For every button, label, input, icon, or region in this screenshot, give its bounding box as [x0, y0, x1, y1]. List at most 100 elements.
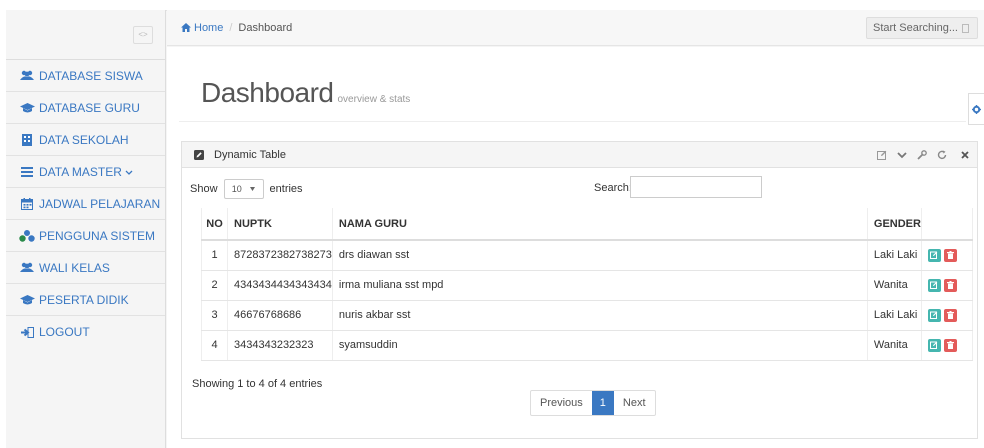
portlet-caption: Dynamic Table	[214, 148, 286, 161]
cell-actions	[921, 240, 974, 271]
sidebar-item-peserta-didik[interactable]: PESERTA DIDIK	[6, 284, 165, 316]
cell-nama-guru: syamsuddin	[332, 330, 868, 361]
table-info: Showing 1 to 4 of 4 entries	[192, 378, 323, 390]
sidebar-item-wali-kelas[interactable]: WALI KELAS	[6, 252, 165, 284]
dynamic-table-portlet: Dynamic Table Show 10 entries Search: NO…	[181, 141, 978, 439]
table-search-input[interactable]	[630, 176, 762, 198]
search-icon	[962, 24, 969, 33]
breadcrumb: Home / Dashboard	[181, 22, 292, 34]
cell-nuptk: 46676768686	[227, 300, 333, 331]
page-length-value: 10	[231, 184, 242, 194]
cell-actions	[921, 300, 974, 331]
sidebar-item-database-siswa[interactable]: DATABASE SISWA	[6, 60, 165, 92]
cell-nuptk: 8728372382738273	[227, 240, 333, 271]
cell-nama-guru: drs diawan sst	[332, 240, 868, 271]
pagination-page-1[interactable]: 1	[591, 391, 614, 415]
page-length-select[interactable]: 10	[223, 179, 264, 199]
trash-icon	[946, 251, 954, 260]
wrench-icon[interactable]	[917, 150, 927, 160]
search-input[interactable]: Start Searching...	[866, 17, 978, 39]
portlet-header: Dynamic Table	[182, 142, 977, 168]
sidebar-item-jadwal-pelajaran[interactable]: JADWAL PELAJARAN	[6, 188, 165, 220]
entries-label: entries	[269, 183, 303, 195]
cell-actions	[921, 270, 974, 301]
delete-button[interactable]	[943, 248, 957, 262]
delete-button[interactable]	[943, 338, 957, 352]
building-icon	[19, 133, 35, 146]
users-icon	[19, 70, 35, 81]
column-header-nuptk[interactable]: NUPTK	[227, 208, 333, 241]
sidebar-item-label: PESERTA DIDIK	[39, 292, 129, 307]
reload-icon[interactable]	[937, 150, 947, 160]
close-icon[interactable]	[961, 151, 969, 159]
home-icon	[181, 23, 191, 32]
sidebar-item-label: PENGGUNA SISTEM	[39, 228, 156, 243]
sidebar-item-label: DATABASE SISWA	[39, 68, 143, 83]
sidebar-item-data-master[interactable]: DATA MASTER	[6, 156, 165, 188]
graduation-cap-icon	[19, 294, 35, 305]
cell-no: 2	[201, 270, 228, 301]
edit-button[interactable]	[927, 278, 941, 292]
users-icon	[19, 262, 35, 273]
table-row: 3 46676768686 nuris akbar sst Laki Laki	[201, 300, 974, 331]
breadcrumb-separator: /	[229, 21, 233, 34]
sign-out-icon	[19, 326, 35, 338]
sidebar-item-data-sekolah[interactable]: DATA SEKOLAH	[6, 124, 165, 156]
edit-button[interactable]	[927, 338, 941, 352]
table-row: 1 8728372382738273 drs diawan sst Laki L…	[201, 240, 974, 271]
cell-nuptk: 4343434434343434	[227, 270, 333, 301]
cell-nuptk: 3434343232323	[227, 330, 333, 361]
calendar-icon	[19, 197, 35, 210]
breadcrumb-current: Dashboard	[238, 21, 293, 34]
cell-nama-guru: nuris akbar sst	[332, 300, 868, 331]
edit-square-icon	[194, 149, 204, 160]
column-header-nama-guru[interactable]: NAMA GURU	[332, 208, 868, 241]
breadcrumb-home-link[interactable]: Home	[194, 22, 223, 34]
sidebar-item-label: DATABASE GURU	[39, 100, 140, 115]
sidebar-item-database-guru[interactable]: DATABASE GURU	[6, 92, 165, 124]
divider	[179, 121, 966, 122]
sitemap-icon	[19, 229, 35, 242]
delete-button[interactable]	[943, 278, 957, 292]
search-placeholder: Start Searching...	[873, 22, 958, 34]
trash-icon	[946, 311, 954, 319]
table-controls: Show 10 entries Search:	[190, 176, 970, 199]
delete-button[interactable]	[943, 308, 957, 322]
top-bar: Home / Dashboard Start Searching...	[167, 10, 984, 46]
edit-button[interactable]	[927, 248, 941, 262]
edit-button[interactable]	[927, 308, 941, 322]
pagination-next[interactable]: Next	[614, 391, 655, 415]
edit-icon	[930, 281, 938, 289]
cell-no: 1	[201, 240, 228, 271]
sidebar-item-label: DATA SEKOLAH	[39, 132, 129, 147]
theme-settings-toggle[interactable]	[968, 93, 984, 125]
column-header-gender[interactable]: GENDER	[867, 208, 922, 241]
table-search-label: Search:	[594, 182, 632, 194]
cell-gender: Laki Laki	[867, 300, 922, 331]
cell-actions	[921, 330, 974, 361]
page-title-block: Dashboard overview & stats	[201, 77, 410, 109]
column-header-actions	[921, 208, 974, 241]
show-label: Show	[190, 183, 218, 195]
sidebar-item-label: WALI KELAS	[39, 260, 110, 275]
table-row: 4 3434343232323 syamsuddin Wanita	[201, 330, 974, 361]
sidebar: <> DATABASE SISWA DATABASE GURU DATA SEK…	[6, 10, 166, 448]
edit-icon	[930, 311, 938, 319]
cell-no: 4	[201, 330, 228, 361]
pagination-previous[interactable]: Previous	[531, 391, 592, 415]
chevron-down-icon	[125, 165, 133, 179]
column-header-no[interactable]: NO	[201, 208, 228, 241]
cell-gender: Laki Laki	[867, 240, 922, 271]
collapse-icon[interactable]	[897, 151, 907, 159]
sidebar-item-pengguna-sistem[interactable]: PENGGUNA SISTEM	[6, 220, 165, 252]
sidebar-item-logout[interactable]: LOGOUT	[6, 316, 165, 348]
pagination: Previous 1 Next	[530, 390, 656, 416]
sidebar-item-label: LOGOUT	[39, 325, 90, 339]
sidebar-toggle-bar: <>	[6, 10, 165, 60]
bars-icon	[19, 166, 35, 177]
cell-gender: Wanita	[867, 330, 922, 361]
cell-gender: Wanita	[867, 270, 922, 301]
cell-no: 3	[201, 300, 228, 331]
config-icon[interactable]	[877, 150, 887, 160]
sidebar-toggle-button[interactable]: <>	[133, 25, 153, 44]
